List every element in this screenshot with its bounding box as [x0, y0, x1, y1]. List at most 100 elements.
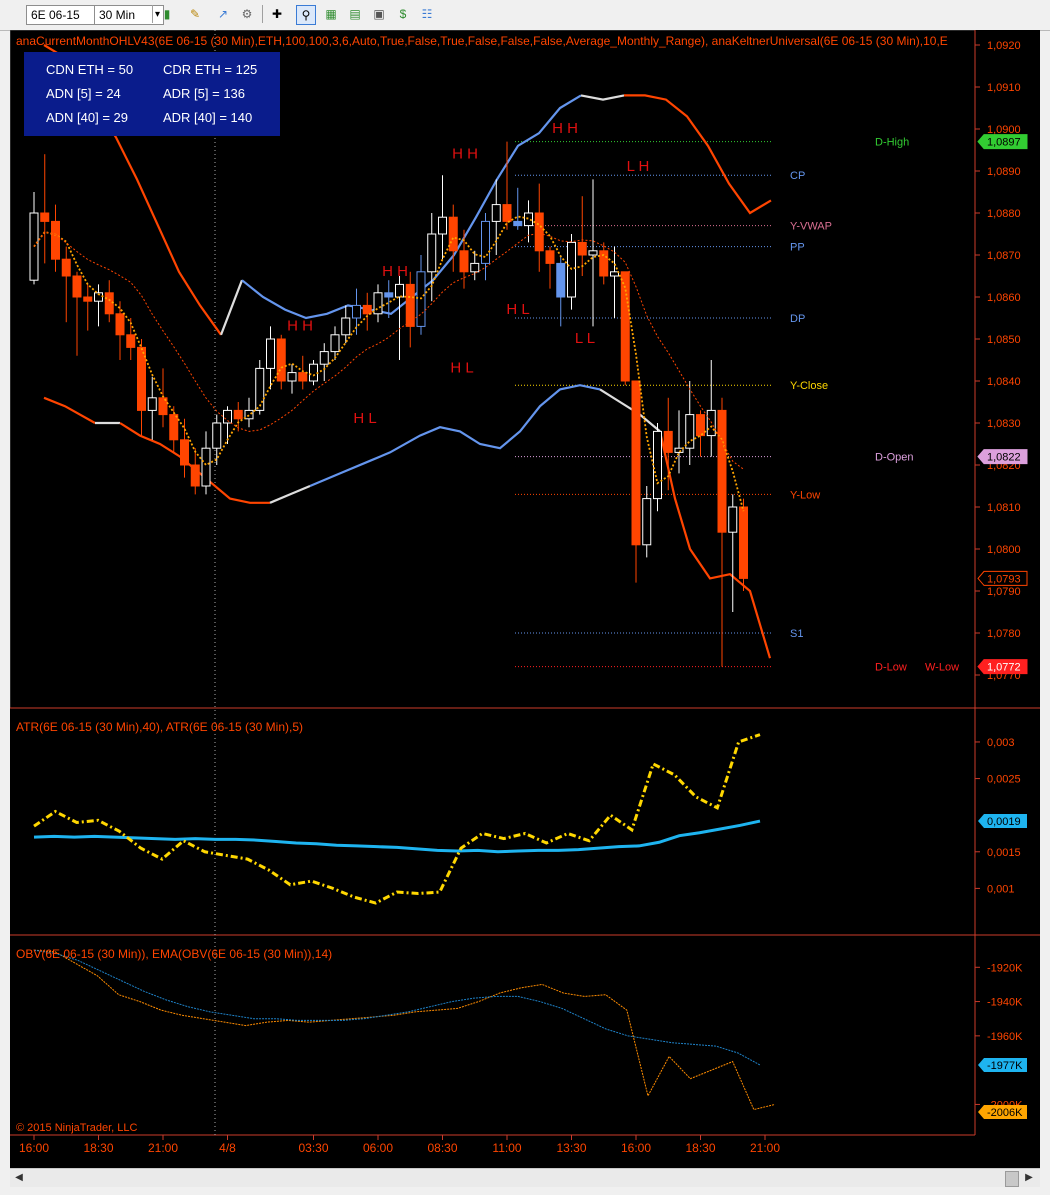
price-tick-label: 1,0840	[987, 376, 1021, 388]
candle-body	[298, 372, 308, 382]
copyright: © 2015 NinjaTrader, LLC	[16, 1122, 137, 1134]
candle-body	[427, 233, 437, 273]
swing-marker: L L	[575, 330, 595, 347]
time-tick-label: 21:00	[148, 1141, 178, 1155]
properties-icon[interactable]: ☷	[418, 5, 436, 23]
price-marker-label: 1,0793	[987, 573, 1021, 585]
keltner-lower-line	[309, 384, 601, 488]
candle-body	[201, 447, 211, 487]
crosshair-icon[interactable]: ✚	[268, 5, 286, 23]
level-label-pp: PP	[790, 242, 805, 254]
swing-marker: H H	[287, 318, 313, 335]
keltner-lower-line	[599, 388, 661, 433]
atr-tick-label: 0,0025	[987, 774, 1021, 786]
keltner-lower-line	[269, 484, 311, 504]
candle-body	[470, 262, 480, 273]
swing-marker: H H	[552, 120, 578, 137]
time-tick-label: 16:00	[19, 1141, 49, 1155]
chart-canvas[interactable]: D-High CP Y-VWAP PP DP Y-Close D-Open Y-Low S1 D-…	[9, 29, 1040, 1168]
candle-body	[502, 204, 512, 222]
dollar-icon[interactable]: $	[394, 5, 412, 23]
chart-area[interactable]: D-High CP Y-VWAP PP DP Y-Close D-Open Y-Low S1 D-…	[9, 29, 1040, 1168]
candle-body	[717, 409, 727, 533]
cdr-eth: CDR ETH = 125	[163, 62, 258, 77]
draw-tool-icon[interactable]: ✎	[186, 5, 204, 23]
candle-body	[728, 506, 738, 533]
zoom-icon[interactable]: ⚲	[296, 5, 316, 25]
candle-body	[491, 204, 501, 222]
candle-body	[255, 367, 265, 411]
indicator-icon[interactable]: ↗	[214, 5, 232, 23]
toolbar: 6E 06-15 30 Min ▮ ✎ ↗ ⚙ ✚ ⚲ ▦ ▤ ▣ $ ☷	[0, 0, 1050, 31]
interval-selector[interactable]: 30 Min	[94, 5, 164, 25]
time-tick-label: 03:30	[298, 1141, 328, 1155]
atr-indicator-label: ATR(6E 06-15 (30 Min),40), ATR(6E 06-15 …	[16, 720, 303, 734]
candle-body	[233, 409, 243, 420]
price-marker-label: 1,0772	[987, 662, 1021, 674]
scroll-thumb[interactable]	[1005, 1171, 1019, 1187]
interval-value: 30 Min	[99, 8, 136, 22]
candle-body	[577, 241, 587, 256]
price-tick-label: 1,0780	[987, 628, 1021, 640]
candle-body	[395, 283, 404, 298]
candle-body	[739, 506, 748, 579]
candle-body	[685, 414, 695, 449]
candle-body	[287, 372, 297, 382]
obv-indicator-label: OBV(6E 06-15 (30 Min)), EMA(OBV(6E 06-15…	[16, 947, 332, 961]
price-tick-label: 1,0800	[987, 544, 1021, 556]
price-indicator-label: anaCurrentMonthOHLV43(6E 06-15 (30 Min),…	[16, 34, 948, 48]
candle-body	[40, 212, 50, 222]
price-tick-label: 1,0850	[987, 334, 1021, 346]
chart-trader-icon[interactable]: ▤	[346, 5, 364, 23]
candle-body	[642, 498, 652, 546]
bar-type-icon[interactable]: ▮	[158, 5, 176, 23]
level-label-w-low: W-Low	[925, 662, 959, 674]
price-tick-label: 1,0870	[987, 250, 1021, 262]
scroll-right-icon[interactable]: ▶	[1022, 1171, 1036, 1185]
candle-body	[696, 414, 705, 437]
atr-tick-label: 0,001	[987, 883, 1015, 895]
obv-ema-line	[33, 949, 761, 1066]
swing-marker: H L	[353, 410, 376, 427]
instrument-value: 6E 06-15	[31, 8, 80, 22]
strategy-icon[interactable]: ⚙	[238, 5, 256, 23]
candle-body	[223, 409, 232, 424]
level-label-d-low: D-Low	[875, 662, 907, 674]
horizontal-scrollbar[interactable]: ◀ ▶	[10, 1168, 1040, 1187]
instrument-selector[interactable]: 6E 06-15	[26, 5, 104, 25]
keltner-lower-line	[43, 396, 96, 424]
candle-body	[115, 313, 125, 336]
pivot-levels: D-High CP Y-VWAP PP DP Y-Close D-Open Y-Low S1 D-…	[515, 137, 959, 674]
candle-body	[384, 292, 394, 298]
candle-body	[212, 422, 222, 449]
candle-body	[147, 397, 157, 411]
adr-40: ADR [40] = 140	[163, 110, 253, 125]
time-tick-label: 11:00	[492, 1141, 521, 1155]
dom-icon[interactable]: ▦	[322, 5, 340, 23]
candle-body	[309, 363, 318, 382]
swing-marker: H H	[452, 145, 478, 162]
time-tick-label: 18:30	[83, 1141, 113, 1155]
session-stats-box: CDN ETH = 50 CDR ETH = 125 ADN [5] = 24 …	[24, 52, 280, 136]
candle-body	[266, 338, 275, 369]
scroll-left-icon[interactable]: ◀	[12, 1171, 26, 1185]
level-label-s1: S1	[790, 628, 803, 640]
level-label-dp: DP	[790, 313, 805, 325]
time-tick-label: 08:30	[427, 1141, 457, 1155]
atr-tick-label: 0,003	[987, 737, 1015, 749]
obv-line	[33, 949, 776, 1111]
data-box-icon[interactable]: ▣	[370, 5, 388, 23]
price-tick-label: 1,0860	[987, 292, 1021, 304]
adr-5: ADR [5] = 136	[163, 86, 246, 101]
price-tick-label: 1,0810	[987, 502, 1021, 514]
keltner-channel	[43, 44, 772, 659]
level-label-y-vwap: Y-VWAP	[790, 221, 832, 233]
price-marker-label: 1,0897	[987, 137, 1021, 149]
candle-body	[352, 304, 361, 319]
candle-body	[620, 271, 630, 382]
obv-tick-label: -1960K	[987, 1031, 1023, 1043]
price-tick-label: 1,0880	[987, 208, 1021, 220]
time-tick-label: 13:30	[556, 1141, 586, 1155]
atr-panel	[33, 733, 761, 905]
candle-body	[51, 220, 60, 260]
